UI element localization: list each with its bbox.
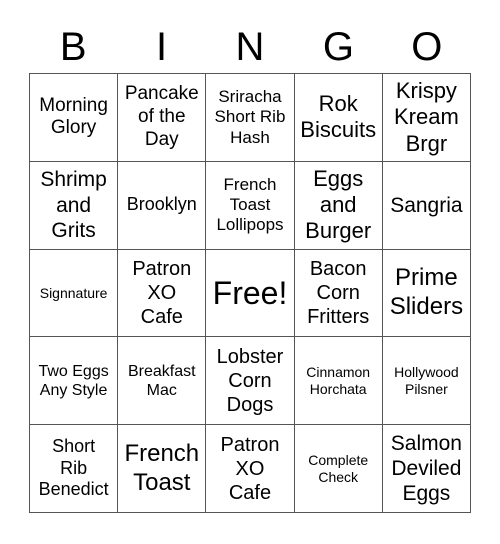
cell-label: Cinnamon Horchata <box>306 363 371 397</box>
bingo-cell[interactable]: Sangria <box>382 161 471 250</box>
cell-label: Patron XO Cafe <box>220 433 280 504</box>
bingo-cell[interactable]: Shrimp and Grits <box>30 161 119 250</box>
bingo-cell[interactable]: Patron XO Cafe <box>118 249 207 338</box>
bingo-cell[interactable]: Signnature <box>30 249 119 338</box>
bingo-header: B I N G O <box>29 22 471 72</box>
header-letter-g: G <box>322 25 354 69</box>
header-letter-i: I <box>156 25 168 69</box>
bingo-cell[interactable]: Complete Check <box>294 425 383 513</box>
bingo-cell[interactable]: Brooklyn <box>118 161 207 250</box>
cell-label: Lobster Corn Dogs <box>216 345 284 416</box>
cell-label: Eggs and Burger <box>305 165 372 244</box>
bingo-cell[interactable]: Bacon Corn Fritters <box>294 249 383 338</box>
bingo-cell[interactable]: Salmon Deviled Eggs <box>382 425 471 513</box>
cell-label: Rok Biscuits <box>300 91 377 143</box>
bingo-card: Morning Glory Pancake of the Day Srirach… <box>29 73 471 513</box>
cell-label: Two Eggs Any Style <box>38 362 109 399</box>
cell-label: Complete Check <box>308 451 369 485</box>
cell-label: Signnature <box>39 284 108 301</box>
cell-label: Brooklyn <box>126 194 197 215</box>
bingo-cell[interactable]: Hollywood Pilsner <box>382 337 471 426</box>
bingo-cell[interactable]: Lobster Corn Dogs <box>206 337 295 426</box>
cell-label: Short Rib Benedict <box>38 436 109 500</box>
bingo-cell[interactable]: Morning Glory <box>30 74 119 162</box>
bingo-cell[interactable]: Prime Sliders <box>382 249 471 338</box>
cell-label: Salmon Deviled Eggs <box>390 431 462 506</box>
bingo-cell[interactable]: French Toast <box>118 425 207 513</box>
cell-label: Shrimp and Grits <box>40 168 107 242</box>
cell-label: Hollywood Pilsner <box>394 363 459 397</box>
cell-label: French Toast Lollipops <box>216 174 284 235</box>
cell-label: Morning Glory <box>39 94 108 139</box>
bingo-cell[interactable]: Krispy Kream Brgr <box>382 74 471 162</box>
cell-label: Sangria <box>390 193 463 217</box>
bingo-cell[interactable]: Sriracha Short Rib Hash <box>206 74 295 162</box>
bingo-cell[interactable]: Rok Biscuits <box>294 74 383 162</box>
header-letter-n: N <box>235 25 265 69</box>
cell-label: Pancake of the Day <box>124 83 199 150</box>
free-space-label: Free! <box>212 274 288 311</box>
bingo-cell[interactable]: Breakfast Mac <box>118 337 207 426</box>
bingo-cell[interactable]: French Toast Lollipops <box>206 161 295 250</box>
free-space[interactable]: Free! <box>206 249 295 338</box>
cell-label: French Toast <box>124 439 200 496</box>
bingo-cell[interactable]: Pancake of the Day <box>118 74 207 162</box>
bingo-cell[interactable]: Eggs and Burger <box>294 161 383 250</box>
bingo-cell[interactable]: Cinnamon Horchata <box>294 337 383 426</box>
bingo-cell[interactable]: Short Rib Benedict <box>30 425 119 513</box>
cell-label: Sriracha Short Rib Hash <box>214 86 286 147</box>
bingo-cell[interactable]: Two Eggs Any Style <box>30 337 119 426</box>
cell-label: Bacon Corn Fritters <box>307 257 370 328</box>
cell-label: Prime Sliders <box>389 264 464 320</box>
header-letter-o: O <box>411 25 443 69</box>
cell-label: Krispy Kream Brgr <box>393 77 459 156</box>
cell-label: Patron XO Cafe <box>132 257 192 328</box>
cell-label: Breakfast Mac <box>127 362 196 399</box>
header-letter-b: B <box>59 25 87 69</box>
bingo-cell[interactable]: Patron XO Cafe <box>206 425 295 513</box>
